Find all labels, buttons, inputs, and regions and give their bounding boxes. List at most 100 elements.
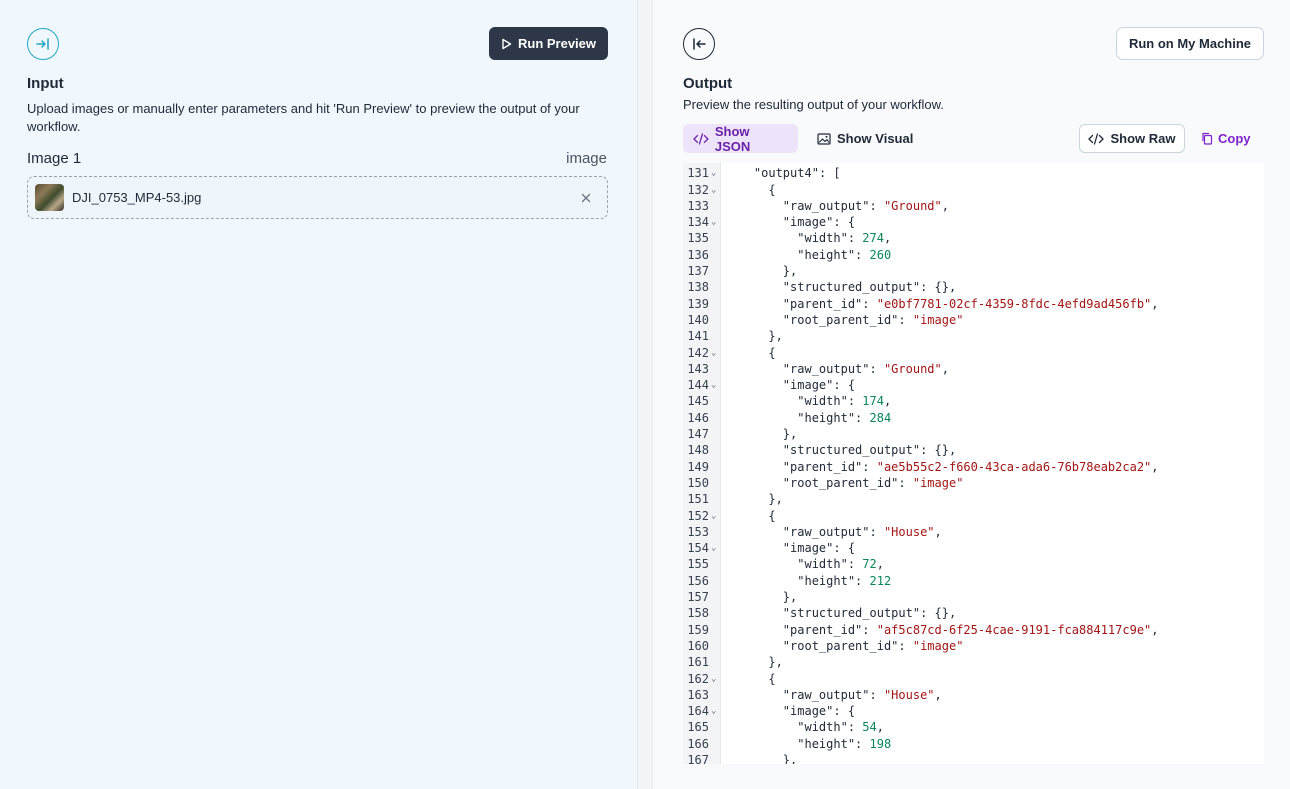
fold-chevron-icon[interactable]: ⌄	[711, 214, 716, 230]
copy-label: Copy	[1218, 131, 1251, 146]
show-raw-button[interactable]: Show Raw	[1079, 124, 1185, 153]
line-number: 162	[687, 671, 709, 686]
code-icon	[1088, 132, 1105, 145]
copy-button[interactable]: Copy	[1201, 124, 1251, 153]
line-number: 140	[687, 312, 709, 327]
fold-chevron-icon[interactable]: ⌄	[711, 508, 716, 524]
code-line: 133 "raw_output": "Ground",	[683, 198, 1264, 214]
code-text: },	[725, 492, 783, 507]
tab-show-json[interactable]: Show JSON	[683, 123, 798, 154]
code-text: "height": 260	[797, 247, 892, 262]
image-thumbnail	[35, 184, 64, 211]
line-number: 154	[687, 541, 709, 556]
code-text: "image": {	[782, 541, 856, 556]
line-number: 153	[687, 524, 709, 539]
code-line: 132 ⌄ {	[683, 182, 1264, 198]
code-line: 167 },	[683, 752, 1264, 764]
run-preview-button[interactable]: Run Preview	[489, 27, 608, 60]
code-line: 144 ⌄ "image": {	[683, 377, 1264, 393]
code-text: "parent_id": "af5c87cd-6f25-4cae-9191-fc…	[782, 622, 1159, 637]
output-description: Preview the resulting output of your wor…	[683, 97, 944, 112]
input-panel: Run Preview Input Upload images or manua…	[0, 0, 638, 789]
line-number: 149	[687, 459, 709, 474]
line-number: 138	[687, 280, 709, 295]
line-number: 164	[687, 704, 709, 719]
code-line: 131 ⌄ "output4": [	[683, 165, 1264, 181]
line-number: 147	[687, 427, 709, 442]
tab-show-visual[interactable]: Show Visual	[807, 124, 923, 153]
fold-chevron-icon[interactable]: ⌄	[711, 182, 716, 198]
expand-panel-button[interactable]	[27, 28, 59, 60]
fold-chevron-icon[interactable]: ⌄	[711, 165, 716, 181]
code-line: 140 "root_parent_id": "image"	[683, 312, 1264, 328]
code-line: 137 },	[683, 263, 1264, 279]
line-number: 146	[687, 410, 709, 425]
code-text: "parent_id": "e0bf7781-02cf-4359-8fdc-4e…	[782, 296, 1159, 311]
code-text: "image": {	[782, 215, 856, 230]
panel-divider[interactable]	[638, 0, 652, 789]
line-number: 145	[687, 394, 709, 409]
fold-chevron-icon[interactable]: ⌄	[711, 345, 716, 361]
code-line: 164 ⌄ "image": {	[683, 703, 1264, 719]
code-line: 155 "width": 72,	[683, 556, 1264, 572]
json-output-viewer[interactable]: },131⌄ "output4": [132⌄ {133 "raw_output…	[683, 163, 1264, 764]
code-text: "root_parent_id": "image"	[782, 312, 964, 327]
fold-chevron-icon[interactable]: ⌄	[711, 540, 716, 556]
code-line: 146 "height": 284	[683, 410, 1264, 426]
code-text: "raw_output": "Ground",	[782, 361, 949, 376]
uploaded-file[interactable]: DJI_0753_MP4-53.jpg	[27, 176, 608, 219]
line-number: 139	[687, 296, 709, 311]
line-number: 152	[687, 508, 709, 523]
run-on-machine-button[interactable]: Run on My Machine	[1116, 27, 1264, 60]
code-text: "raw_output": "House",	[782, 687, 942, 702]
code-line: 142 ⌄ {	[683, 345, 1264, 361]
code-text: {	[725, 182, 776, 197]
line-number: 167	[687, 752, 709, 764]
line-number: 142	[687, 345, 709, 360]
input-title: Input	[27, 75, 64, 92]
line-number: 148	[687, 443, 709, 458]
arrow-left-bar-icon	[693, 38, 706, 50]
fold-chevron-icon[interactable]: ⌄	[711, 703, 716, 719]
code-text: },	[725, 655, 783, 670]
tab-show-json-label: Show JSON	[714, 123, 751, 154]
line-number: 158	[687, 606, 709, 621]
line-number: 163	[687, 687, 709, 702]
code-line: 152 ⌄ {	[683, 508, 1264, 524]
code-line: 149 "parent_id": "ae5b55c2-f660-43ca-ada…	[683, 459, 1264, 475]
fold-chevron-icon[interactable]: ⌄	[711, 671, 716, 687]
code-line: 165 "width": 54,	[683, 719, 1264, 735]
code-text: "raw_output": "House",	[782, 524, 942, 539]
code-text: "image": {	[782, 378, 856, 393]
line-number: 144	[687, 378, 709, 393]
code-line: 154 ⌄ "image": {	[683, 540, 1264, 556]
code-text: "raw_output": "Ground",	[782, 198, 949, 213]
line-number: 141	[687, 329, 709, 344]
line-number: 132	[687, 182, 709, 197]
line-number: 134	[687, 215, 709, 230]
line-number: 150	[687, 475, 709, 490]
code-text: "structured_output": {},	[782, 606, 957, 621]
code-line: 147 },	[683, 426, 1264, 442]
fold-chevron-icon[interactable]: ⌄	[711, 377, 716, 393]
image-field-type: image	[566, 150, 607, 167]
code-line: 135 "width": 274,	[683, 230, 1264, 246]
code-text: "structured_output": {},	[782, 443, 957, 458]
code-line: 150 "root_parent_id": "image"	[683, 475, 1264, 491]
code-icon	[693, 132, 709, 145]
arrow-right-bar-icon	[36, 38, 49, 50]
image-icon	[817, 132, 831, 145]
code-text: "image": {	[782, 704, 856, 719]
code-line: 139 "parent_id": "e0bf7781-02cf-4359-8fd…	[683, 296, 1264, 312]
code-text: "width": 72,	[797, 557, 884, 572]
file-name: DJI_0753_MP4-53.jpg	[72, 190, 202, 205]
code-text: "width": 54,	[797, 720, 884, 735]
collapse-panel-button[interactable]	[683, 28, 715, 60]
code-line: 161 },	[683, 654, 1264, 670]
line-number: 156	[687, 573, 709, 588]
close-icon[interactable]	[577, 189, 595, 207]
line-number: 165	[687, 720, 709, 735]
tab-show-visual-label: Show Visual	[837, 131, 914, 146]
code-text: "height": 212	[797, 573, 892, 588]
code-text: "root_parent_id": "image"	[782, 475, 964, 490]
